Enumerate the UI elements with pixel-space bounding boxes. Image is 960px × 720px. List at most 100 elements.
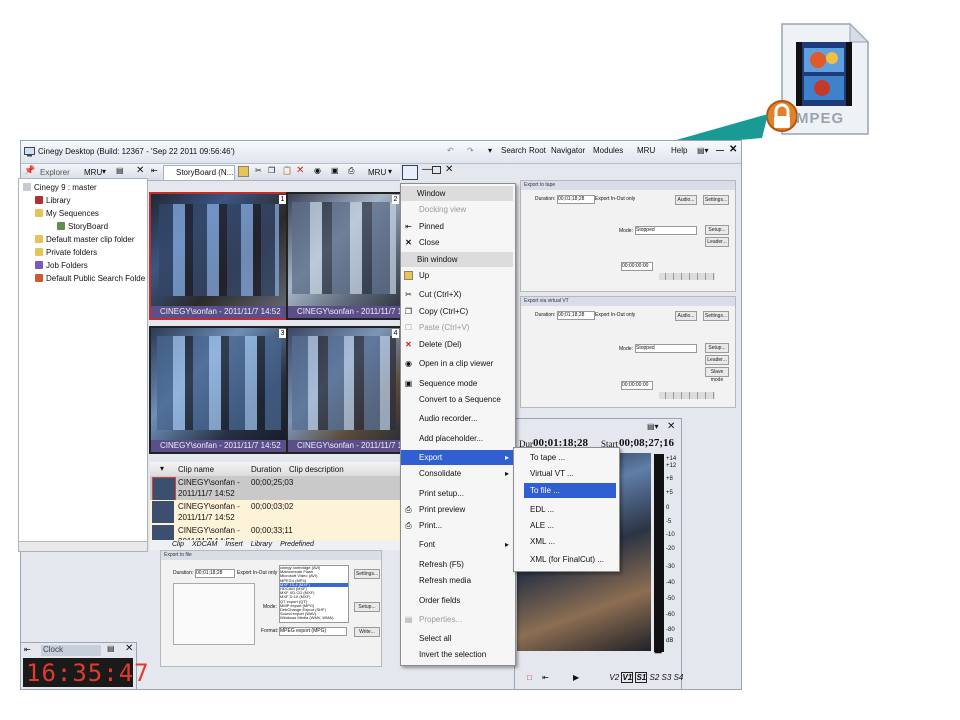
clock-layout-icon[interactable]: ▤ [107, 644, 115, 653]
storyboard-close-button[interactable]: ✕ [445, 164, 453, 175]
help-menu[interactable]: Help [671, 146, 687, 155]
format-option[interactable]: Windows Media (WMV, WMA) [280, 616, 348, 620]
slave-mode-button[interactable]: Slave mode [705, 367, 729, 383]
tab-library[interactable]: Library [251, 541, 272, 548]
storyboard-thumbnail[interactable]: 3 CINEGY\sonfan - 2011/11/7 14:52 [149, 326, 289, 454]
settings-button[interactable]: Settings... [703, 311, 729, 321]
setup-button[interactable]: Setup... [705, 343, 729, 353]
explorer-mru-button[interactable]: MRU [84, 168, 102, 177]
submenu-item-to-file[interactable]: To file ... [524, 483, 616, 498]
duration-field[interactable]: 00;01;18;28 [557, 311, 595, 320]
leader-button[interactable]: Leader... [705, 355, 729, 365]
menu-item-add-placeholder[interactable]: Add placeholder... [401, 431, 513, 446]
tree-item-private-folders[interactable]: Private folders [35, 248, 97, 257]
menu-item-refresh[interactable]: Refresh (F5) [401, 557, 513, 572]
storyboard-minimize-button[interactable]: — [422, 164, 432, 175]
tree-item-storyboard[interactable]: StoryBoard [57, 222, 108, 231]
storyboard-thumbnail[interactable]: 2 CINEGY\sonfan - 2011/11/7 14:52 [286, 192, 402, 320]
back-button[interactable]: ↶ [447, 146, 454, 155]
sort-icon[interactable]: ▾ [160, 464, 164, 473]
submenu-item-to-tape[interactable]: To tape ... [514, 450, 617, 465]
play-icon[interactable]: ▶ [573, 673, 579, 682]
submenu-item-xml[interactable]: XML ... [514, 534, 617, 549]
audio-button[interactable]: Audio... [675, 311, 697, 321]
explorer-layout-icon[interactable]: ▤ [116, 166, 124, 175]
menu-item-select-all[interactable]: Select all [401, 631, 513, 646]
minimize-button[interactable]: — [716, 146, 724, 155]
tree-item-default-master-clip-folder[interactable]: Default master clip folder [35, 235, 134, 244]
menu-item-cut[interactable]: ✂ Cut (Ctrl+X) [401, 287, 513, 302]
step-back-icon[interactable]: ⇤ [542, 673, 549, 682]
close-window-button[interactable]: ✕ [729, 144, 737, 155]
menu-item-open-clip-viewer[interactable]: ◉ Open in a clip viewer [401, 356, 513, 371]
column-clip-name[interactable]: Clip name [178, 465, 214, 474]
menu-item-close[interactable]: ✕ Close [401, 235, 513, 250]
format-list[interactable]: cinegy onebridge (AVI) Matroxmode Flash … [279, 565, 349, 623]
menu-item-order-fields[interactable]: Order fields [401, 593, 513, 608]
folder-up-icon[interactable] [238, 166, 249, 177]
duration-field[interactable]: 00;01;18;28 [557, 195, 595, 204]
tab-predefined[interactable]: Predefined [280, 541, 314, 548]
tree-item-library[interactable]: Library [35, 196, 70, 205]
storyboard-thumbnail[interactable]: 1 CINEGY\sonfan - 2011/11/7 14:52 [149, 192, 289, 320]
setup-button[interactable]: Setup... [354, 602, 380, 612]
tree-item-my-sequences[interactable]: My Sequences [35, 209, 99, 218]
menu-item-docking-view[interactable]: Docking view [401, 202, 513, 217]
history-dropdown[interactable]: ▾ [488, 146, 492, 155]
storyboard-pin-icon[interactable]: ⇤ [151, 166, 158, 175]
forward-button[interactable]: ↷ [467, 146, 474, 155]
pin-icon[interactable]: 📌 [24, 165, 35, 176]
menu-item-invert-selection[interactable]: Invert the selection [401, 647, 513, 662]
menu-item-pinned[interactable]: ⇤ Pinned [401, 219, 513, 234]
sequence-icon[interactable]: ▣ [331, 166, 339, 175]
tab-insert[interactable]: Insert [225, 541, 243, 548]
menu-item-font[interactable]: Font ▸ [401, 537, 513, 552]
export-in-out-checkbox[interactable]: Export In-Out only [237, 570, 277, 576]
storyboard-maximize-button[interactable] [432, 166, 441, 174]
setup-button[interactable]: Setup... [705, 225, 729, 235]
tree-item-cinegy-master[interactable]: Cinegy 9 : master [23, 183, 97, 192]
track-v2[interactable]: V2 [609, 673, 619, 682]
root-menu[interactable]: Root [529, 146, 546, 155]
menu-item-print[interactable]: ⎙ Print... [401, 518, 513, 533]
settings-button[interactable]: Settings... [703, 195, 729, 205]
duration-field[interactable]: 00;01;18;28 [195, 569, 235, 578]
tab-xdcam[interactable]: XDCAM [192, 541, 217, 548]
layout-icon[interactable]: ▤▾ [697, 146, 709, 155]
navigator-menu[interactable]: Navigator [551, 146, 585, 155]
menu-item-convert-to-sequence[interactable]: Convert to a Sequence [401, 392, 513, 407]
paste-icon[interactable]: 📋 [282, 166, 292, 175]
clock-pin-icon[interactable]: ⇤ [24, 645, 31, 654]
leader-button[interactable]: Leader... [705, 237, 729, 247]
speaker-icon[interactable]: ◢ [654, 644, 662, 655]
storyboard-layout-icon[interactable] [402, 165, 418, 180]
menu-item-delete[interactable]: ✕ Delete (Del) [401, 337, 513, 352]
submenu-item-virtual-vt[interactable]: Virtual VT ... [514, 466, 617, 481]
transport-controls[interactable] [659, 273, 715, 280]
table-row[interactable]: CINEGY\sonfan - 2011/11/7 14:52 00;00;03… [150, 500, 400, 524]
track-s3[interactable]: S3 [662, 673, 672, 682]
in-point-icon[interactable]: □ [527, 673, 532, 682]
submenu-item-xml-finalcut[interactable]: XML (for FinalCut) ... [514, 552, 617, 567]
menu-item-print-setup[interactable]: Print setup... [401, 486, 513, 501]
mru-menu[interactable]: MRU [637, 146, 655, 155]
menu-item-consolidate[interactable]: Consolidate ▸ [401, 466, 513, 481]
track-s2[interactable]: S2 [650, 673, 660, 682]
print-icon[interactable]: ⎙ [348, 166, 354, 176]
track-v1[interactable]: V1 [621, 672, 634, 683]
viewer-layout-icon[interactable]: ▤▾ [647, 422, 659, 431]
explorer-tab[interactable]: Explorer [40, 168, 70, 177]
tree-item-public-search-folder[interactable]: Default Public Search Folde [35, 274, 145, 283]
track-s1[interactable]: S1 [635, 672, 648, 683]
storyboard-thumbnail[interactable]: 4 CINEGY\sonfan - 2011/11/7 14:52 [286, 326, 402, 454]
menu-item-audio-recorder[interactable]: Audio recorder... [401, 411, 513, 426]
menu-item-print-preview[interactable]: ⎙ Print preview [401, 502, 513, 517]
search-menu[interactable]: Search [501, 146, 526, 155]
table-row[interactable]: CINEGY\sonfan - 2011/11/7 14:52 00;00;25… [150, 476, 400, 501]
tree-item-job-folders[interactable]: Job Folders [35, 261, 88, 270]
storyboard-mru-arrow-icon[interactable]: ▾ [388, 167, 392, 176]
export-in-out-checkbox[interactable]: Export In-Out only [595, 312, 635, 318]
delete-icon[interactable]: ✕ [296, 165, 304, 176]
cut-icon[interactable]: ✂ [255, 166, 262, 175]
explorer-close-icon[interactable]: ✕ [136, 165, 144, 176]
